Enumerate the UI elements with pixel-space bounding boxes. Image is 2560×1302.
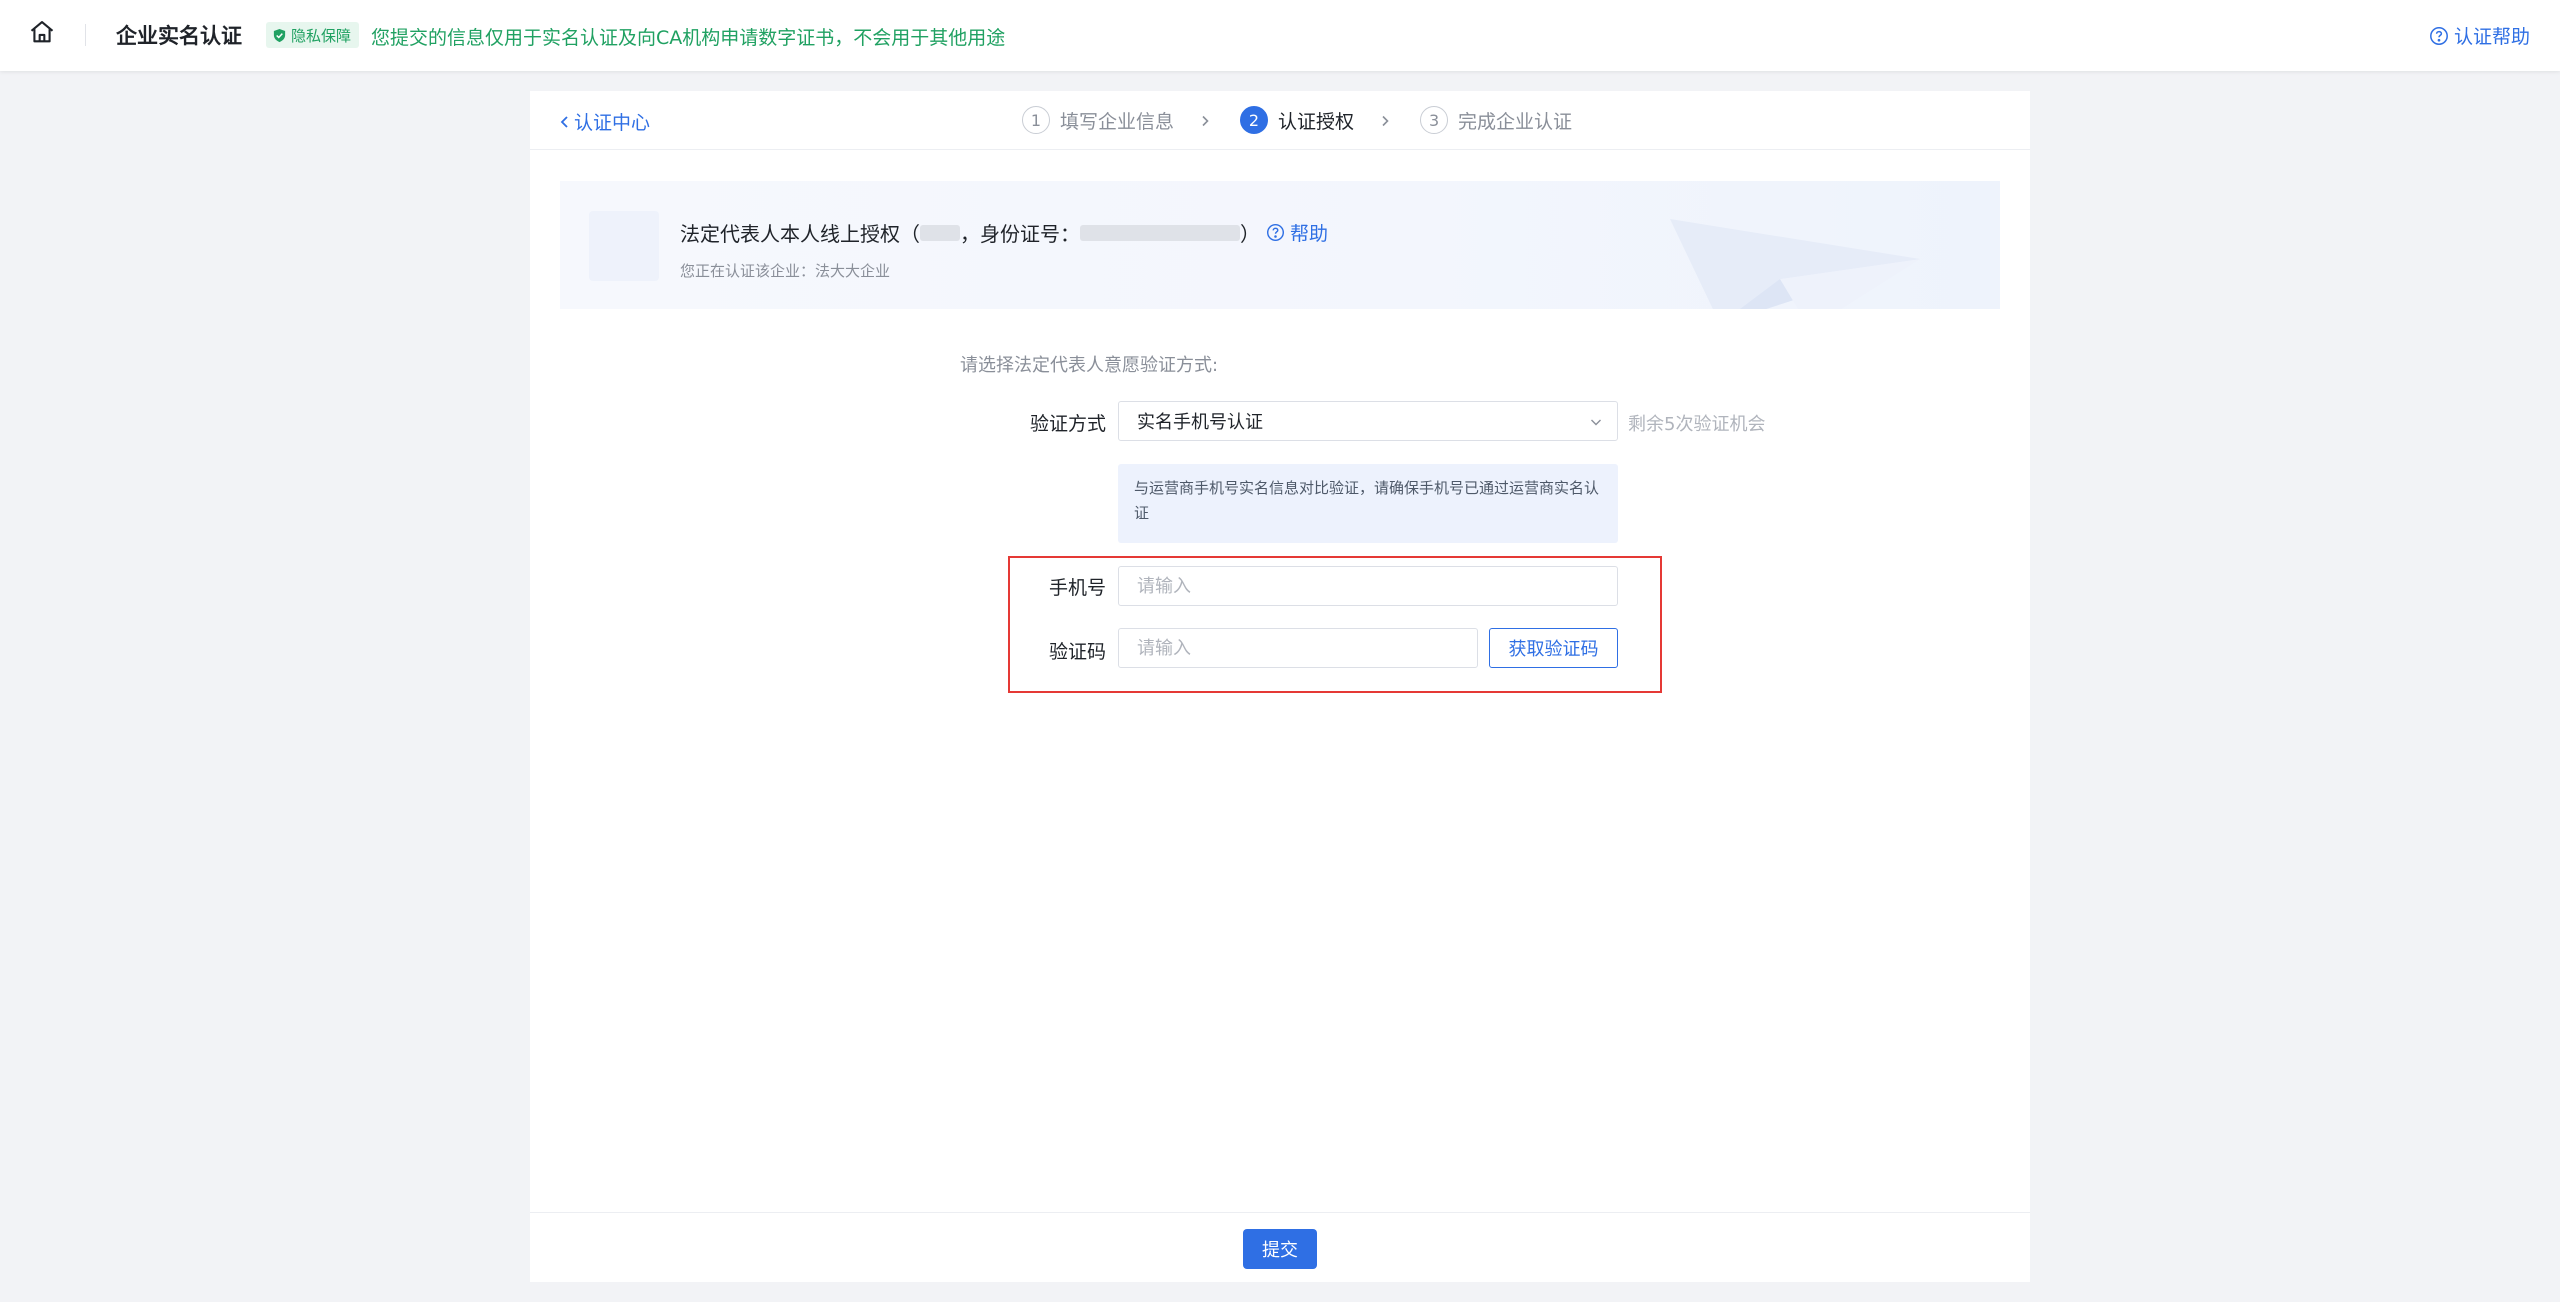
step-label: 填写企业信息 [1060, 110, 1175, 133]
step-1: 1 填写企业信息 [1022, 106, 1174, 134]
auth-help-link[interactable]: 认证帮助 [2429, 22, 2530, 49]
get-code-button[interactable]: 获取验证码 [1489, 628, 1618, 668]
step-label: 完成企业认证 [1458, 110, 1573, 133]
step-3: 3 完成企业认证 [1420, 106, 1572, 134]
method-label: 验证方式 [1029, 413, 1106, 435]
privacy-badge-label: 隐私保障 [291, 26, 352, 45]
top-divider [85, 24, 86, 46]
legal-rep-avatar [589, 211, 659, 281]
masked-name [920, 224, 960, 241]
progress-steps: 1 填写企业信息 2 认证授权 3 完成企业认证 [1022, 104, 1572, 136]
submit-button[interactable]: 提交 [1243, 1229, 1317, 1269]
method-selected-value: 实名手机号认证 [1137, 412, 1263, 433]
banner-help-label: 帮助 [1290, 223, 1329, 245]
question-circle-icon [1266, 223, 1285, 242]
card-header: 认证中心 1 填写企业信息 2 认证授权 3 完成企业认证 [530, 91, 2030, 150]
chevron-right-icon [1198, 113, 1212, 127]
chevron-right-icon [1378, 113, 1392, 127]
banner-subtitle: 您正在认证该企业：法大大企业 [680, 262, 891, 280]
masked-id-number [1080, 224, 1240, 241]
main-card: 认证中心 1 填写企业信息 2 认证授权 3 完成企业认证 法定代表人本人线上授… [530, 91, 2030, 1282]
verification-hint: 请选择法定代表人意愿验证方式: [960, 355, 1219, 376]
step-label: 认证授权 [1278, 110, 1355, 133]
method-info-box: 与运营商手机号实名信息对比验证，请确保手机号已通过运营商实名认证 [1118, 464, 1618, 543]
question-circle-icon [2430, 26, 2448, 45]
page-title: 企业实名认证 [116, 24, 242, 48]
remaining-attempts: 剩余5次验证机会 [1628, 414, 1766, 435]
step-2: 2 认证授权 [1240, 106, 1354, 134]
banner-title-prefix: 法定代表人本人线上授权（ [680, 222, 920, 246]
step-number: 2 [1240, 106, 1269, 134]
auth-help-label: 认证帮助 [2453, 26, 2530, 48]
verification-code-input[interactable] [1118, 628, 1478, 668]
banner-help-link[interactable]: 帮助 [1266, 219, 1328, 246]
back-link-label: 认证中心 [574, 112, 651, 134]
banner-id-label: ，身份证号： [960, 222, 1080, 246]
privacy-notice: 您提交的信息仅用于实名认证及向CA机构申请数字证书，不会用于其他用途 [371, 27, 1006, 49]
code-label: 验证码 [1048, 641, 1106, 663]
card-footer: 提交 [530, 1212, 2030, 1282]
phone-input[interactable] [1118, 566, 1618, 606]
authorization-banner: 法定代表人本人线上授权（ ，身份证号： ） 帮助 您正在认证该企业：法大大企业 [560, 181, 2000, 309]
chevron-down-icon [1591, 419, 1601, 426]
home-icon[interactable] [28, 18, 56, 46]
banner-title-suffix: ） [1240, 222, 1260, 246]
top-bar: 企业实名认证 隐私保障 您提交的信息仅用于实名认证及向CA机构申请数字证书，不会… [0, 0, 2560, 71]
chevron-left-icon [560, 115, 568, 128]
step-number: 1 [1022, 106, 1050, 134]
privacy-badge: 隐私保障 [266, 22, 360, 48]
back-to-auth-center-link[interactable]: 认证中心 [558, 108, 650, 135]
shield-check-icon [273, 28, 286, 42]
verification-method-select[interactable]: 实名手机号认证 [1118, 401, 1618, 441]
banner-title: 法定代表人本人线上授权（ ，身份证号： ） 帮助 [680, 218, 1328, 247]
paper-plane-icon [1670, 219, 1920, 309]
phone-label: 手机号 [1048, 577, 1106, 599]
step-number: 3 [1420, 106, 1449, 134]
